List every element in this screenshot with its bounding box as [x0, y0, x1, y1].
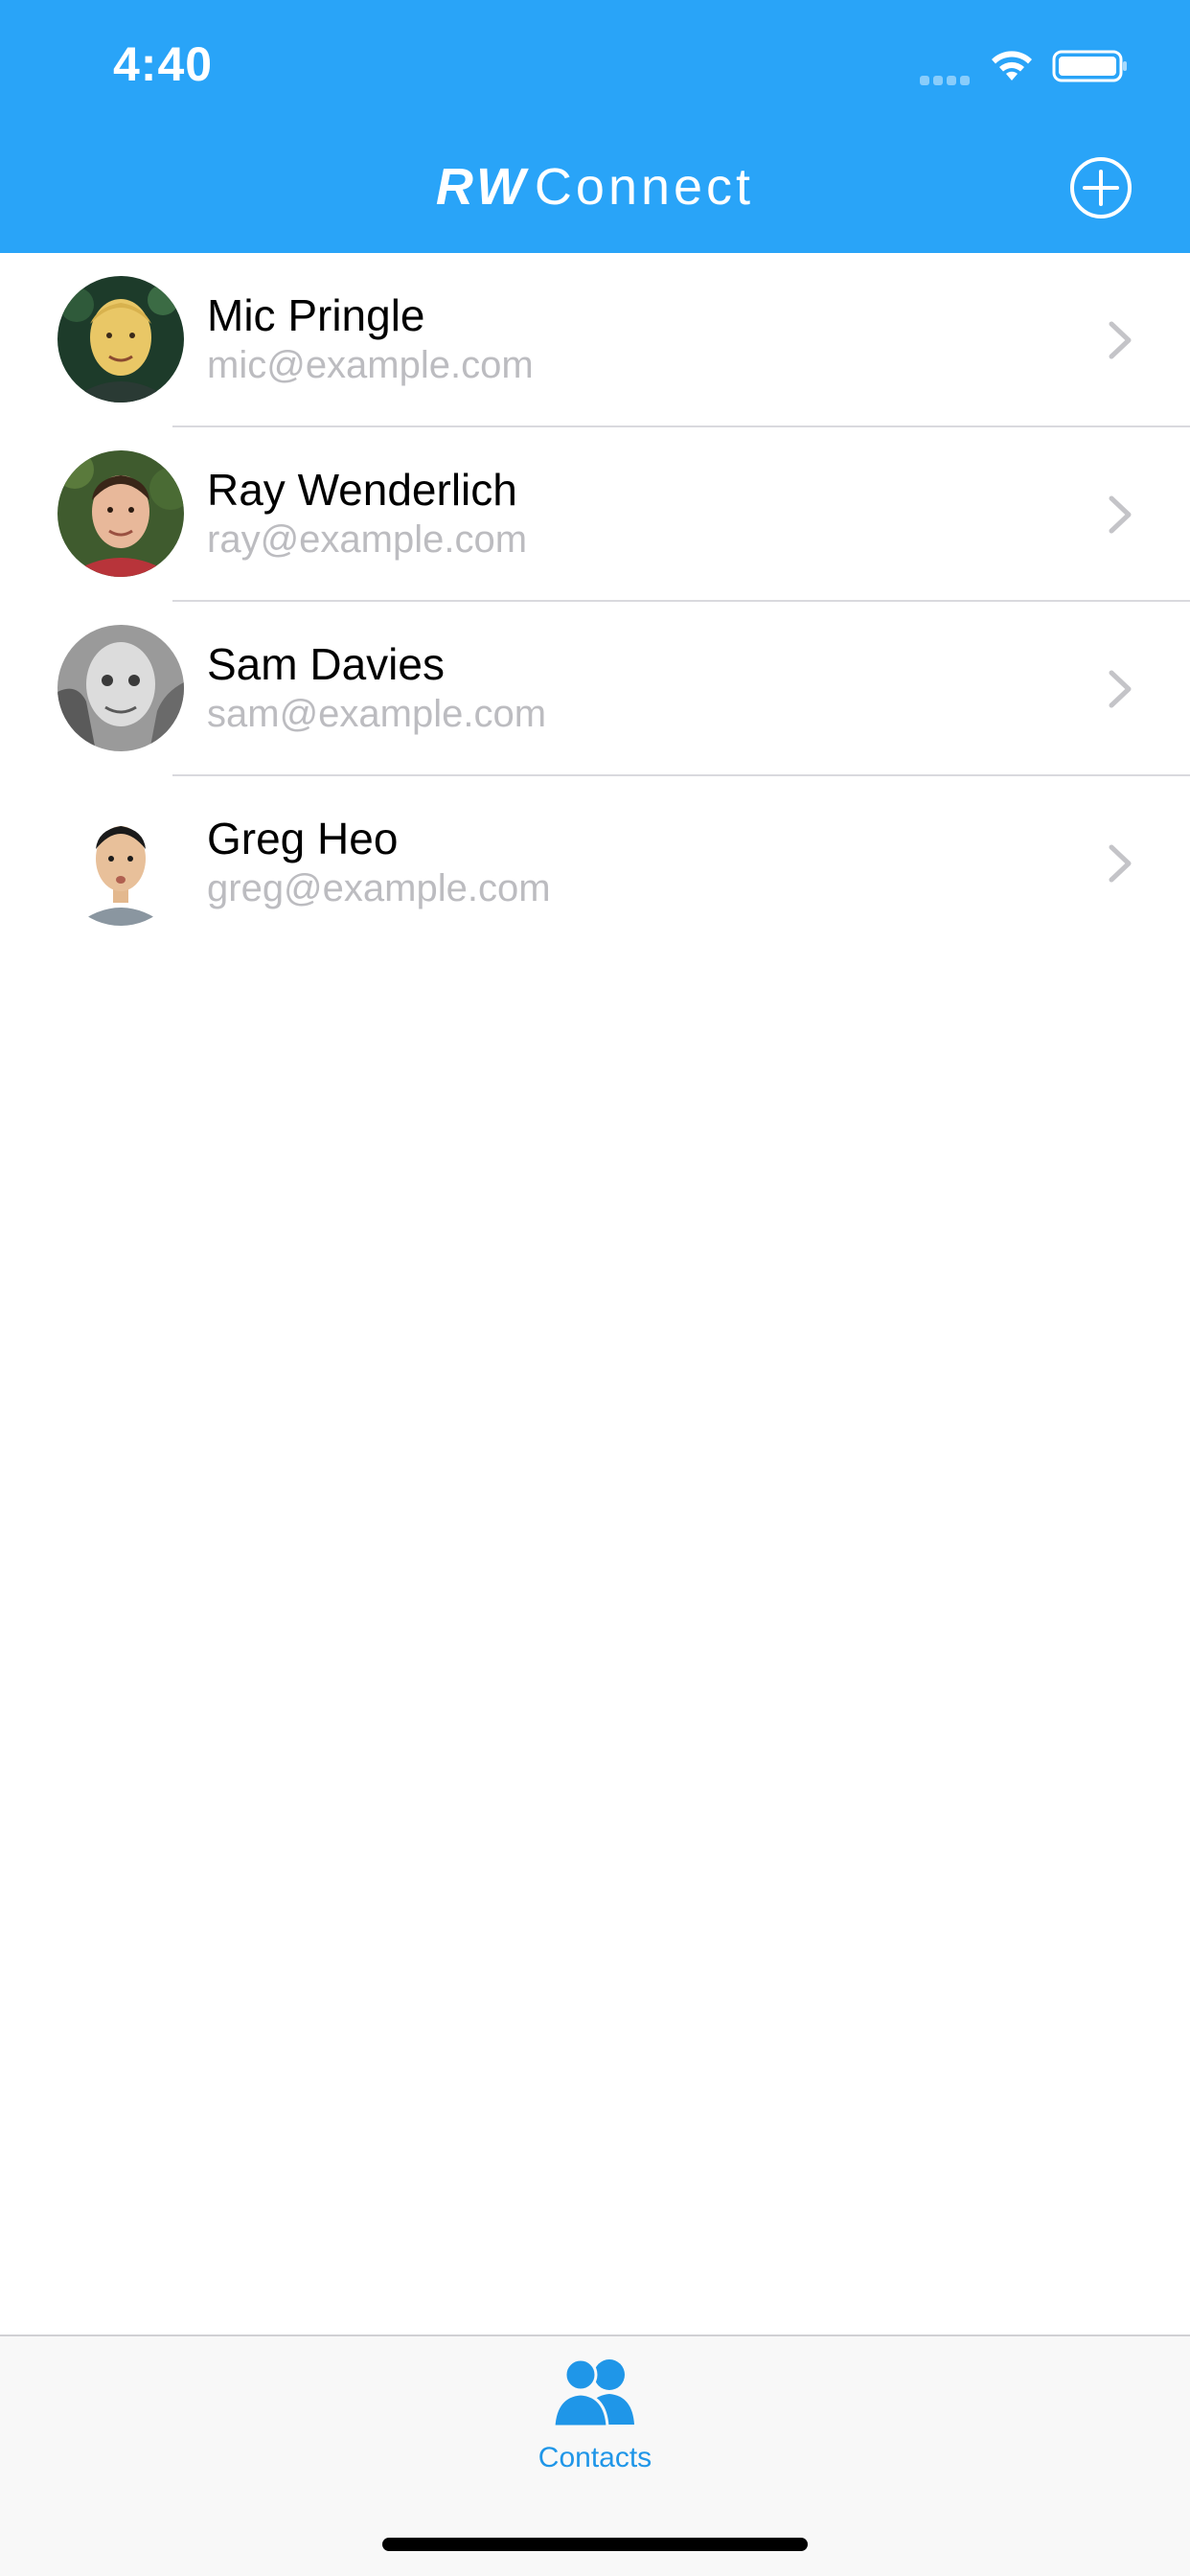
- chevron-right-icon: [1109, 670, 1132, 708]
- app-title: RW Connect: [0, 153, 1190, 220]
- chevron-right-icon: [1109, 495, 1132, 534]
- navigation-header: 4:40 RW Connect: [0, 0, 1190, 253]
- contact-name: Greg Heo: [207, 814, 399, 863]
- avatar: [57, 799, 184, 926]
- contact-name: Ray Wenderlich: [207, 465, 517, 515]
- home-indicator: [382, 2538, 808, 2551]
- add-contact-button[interactable]: [1069, 156, 1133, 219]
- app-title-brand: RW: [435, 158, 529, 216]
- contact-row[interactable]: Ray Wenderlich ray@example.com: [0, 427, 1190, 602]
- chevron-right-icon: [1109, 844, 1132, 883]
- app-title-name: Connect: [534, 158, 755, 216]
- chevron-right-icon: [1109, 321, 1132, 359]
- avatar: [57, 450, 184, 577]
- plus-circle-icon: [1070, 157, 1132, 218]
- contacts-screen: 4:40 RW Connect Mic Pringle mic@example.…: [0, 0, 1190, 2576]
- wifi-icon: [992, 51, 1032, 80]
- contact-email: greg@example.com: [207, 867, 551, 909]
- cellular-signal-icon: [920, 73, 973, 85]
- tab-contacts[interactable]: Contacts: [499, 2354, 691, 2488]
- contact-row[interactable]: Mic Pringle mic@example.com: [0, 253, 1190, 427]
- contact-email: mic@example.com: [207, 344, 534, 386]
- contact-list: Mic Pringle mic@example.com Ray Wenderli…: [0, 253, 1190, 951]
- contact-name: Mic Pringle: [207, 290, 425, 340]
- status-time: 4:40: [113, 37, 214, 91]
- tab-label: Contacts: [538, 2442, 652, 2473]
- contact-row[interactable]: Sam Davies sam@example.com: [0, 602, 1190, 776]
- contacts-icon: [552, 2358, 634, 2428]
- battery-icon: [1052, 50, 1127, 82]
- contact-name: Sam Davies: [207, 639, 445, 689]
- avatar: [57, 625, 184, 751]
- contact-email: ray@example.com: [207, 518, 528, 561]
- contact-email: sam@example.com: [207, 693, 547, 735]
- contact-row[interactable]: Greg Heo greg@example.com: [0, 776, 1190, 951]
- avatar: [57, 276, 184, 402]
